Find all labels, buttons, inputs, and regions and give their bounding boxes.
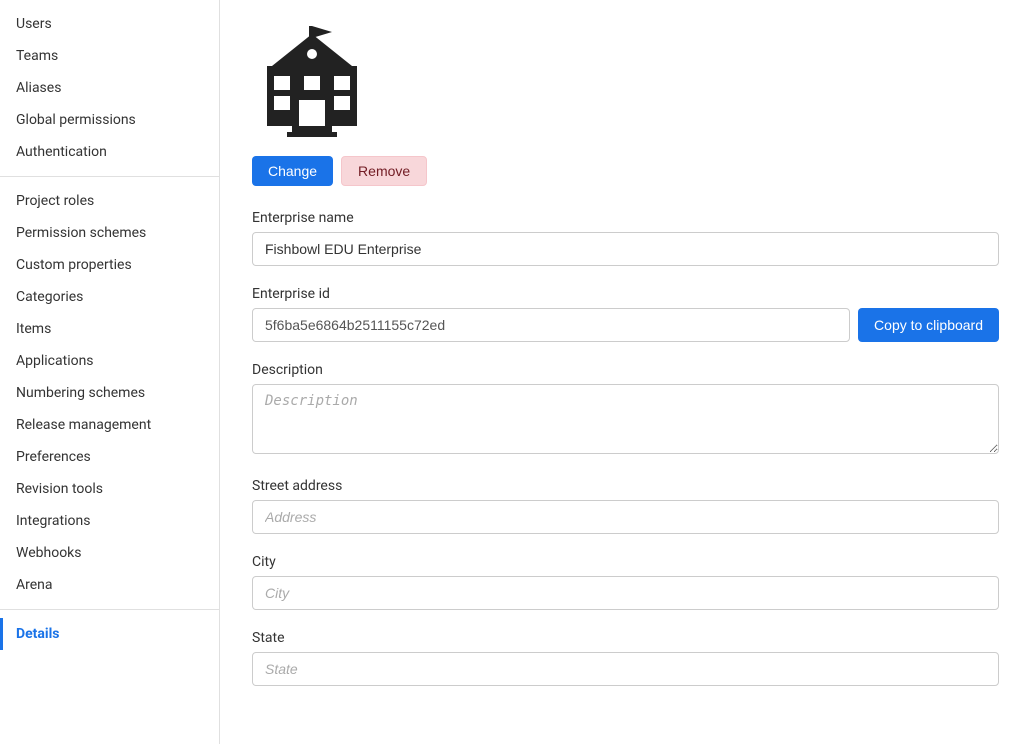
main-content: Change Remove Enterprise name Enterprise… (220, 0, 1031, 744)
enterprise-name-group: Enterprise name (252, 210, 999, 266)
sidebar-item-global-permissions[interactable]: Global permissions (0, 104, 219, 136)
enterprise-logo-icon (252, 24, 372, 144)
sidebar-item-items[interactable]: Items (0, 313, 219, 345)
sidebar-item-applications[interactable]: Applications (0, 345, 219, 377)
state-group: State (252, 630, 999, 686)
enterprise-id-group: Enterprise id Copy to clipboard (252, 286, 999, 342)
sidebar-item-permission-schemes[interactable]: Permission schemes (0, 217, 219, 249)
sidebar: UsersTeamsAliasesGlobal permissionsAuthe… (0, 0, 220, 744)
sidebar-item-custom-properties[interactable]: Custom properties (0, 249, 219, 281)
state-label: State (252, 630, 999, 646)
sidebar-item-arena[interactable]: Arena (0, 569, 219, 601)
sidebar-item-teams[interactable]: Teams (0, 40, 219, 72)
logo-area: Change Remove (252, 24, 999, 186)
sidebar-item-release-management[interactable]: Release management (0, 409, 219, 441)
remove-button[interactable]: Remove (341, 156, 427, 186)
change-button[interactable]: Change (252, 156, 333, 186)
copy-to-clipboard-button[interactable]: Copy to clipboard (858, 308, 999, 342)
sidebar-divider (0, 176, 219, 177)
sidebar-item-users[interactable]: Users (0, 8, 219, 40)
sidebar-item-webhooks[interactable]: Webhooks (0, 537, 219, 569)
description-group: Description (252, 362, 999, 458)
street-address-group: Street address (252, 478, 999, 534)
description-label: Description (252, 362, 999, 378)
sidebar-item-revision-tools[interactable]: Revision tools (0, 473, 219, 505)
enterprise-name-input[interactable] (252, 232, 999, 266)
sidebar-item-project-roles[interactable]: Project roles (0, 185, 219, 217)
sidebar-item-details[interactable]: Details (0, 618, 219, 650)
enterprise-id-row: Copy to clipboard (252, 308, 999, 342)
state-input[interactable] (252, 652, 999, 686)
description-input[interactable] (252, 384, 999, 454)
sidebar-item-integrations[interactable]: Integrations (0, 505, 219, 537)
sidebar-item-aliases[interactable]: Aliases (0, 72, 219, 104)
enterprise-id-input (252, 308, 850, 342)
enterprise-id-label: Enterprise id (252, 286, 999, 302)
enterprise-name-label: Enterprise name (252, 210, 999, 226)
street-address-label: Street address (252, 478, 999, 494)
logo-buttons: Change Remove (252, 156, 427, 186)
sidebar-item-numbering-schemes[interactable]: Numbering schemes (0, 377, 219, 409)
sidebar-divider (0, 609, 219, 610)
city-group: City (252, 554, 999, 610)
sidebar-item-authentication[interactable]: Authentication (0, 136, 219, 168)
street-address-input[interactable] (252, 500, 999, 534)
sidebar-item-preferences[interactable]: Preferences (0, 441, 219, 473)
sidebar-item-categories[interactable]: Categories (0, 281, 219, 313)
city-label: City (252, 554, 999, 570)
city-input[interactable] (252, 576, 999, 610)
